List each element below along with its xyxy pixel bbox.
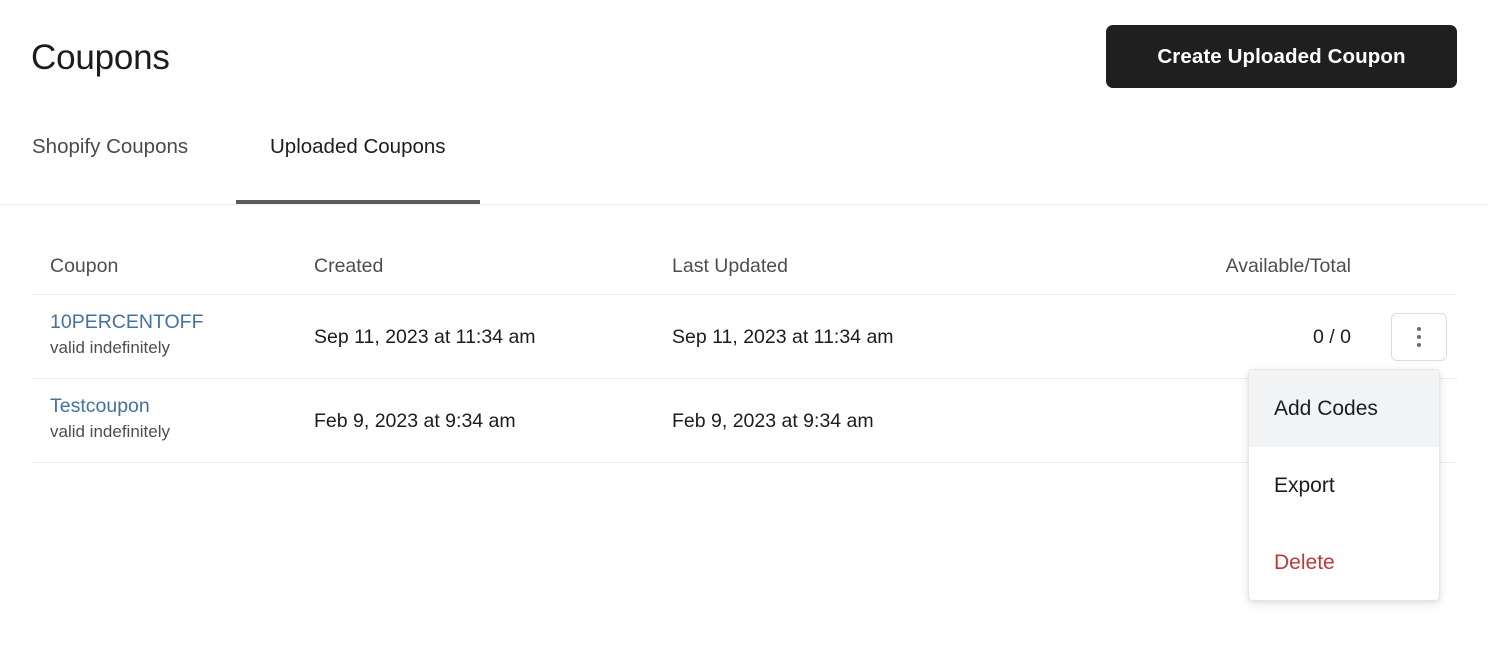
tab-shopify-coupons[interactable]: Shopify Coupons bbox=[0, 118, 222, 204]
created-cell: Sep 11, 2023 at 11:34 am bbox=[314, 326, 536, 348]
coupon-validity: valid indefinitely bbox=[50, 338, 171, 357]
menu-item-add-codes[interactable]: Add Codes bbox=[1249, 370, 1439, 447]
tab-uploaded-coupons-label: Uploaded Coupons bbox=[270, 135, 446, 158]
menu-item-delete[interactable]: Delete bbox=[1249, 524, 1439, 600]
coupon-link[interactable]: Testcoupon bbox=[50, 394, 170, 418]
coupon-validity: valid indefinitely bbox=[50, 422, 171, 441]
table-header-row: Coupon Created Last Updated Available/To… bbox=[32, 236, 1457, 295]
column-header-available-total: Available/Total bbox=[1225, 255, 1351, 277]
kebab-menu-icon-dot bbox=[1417, 335, 1421, 339]
active-tab-indicator bbox=[236, 200, 480, 204]
tab-uploaded-coupons[interactable]: Uploaded Coupons bbox=[236, 118, 480, 204]
last-updated-cell: Feb 9, 2023 at 9:34 am bbox=[672, 410, 874, 432]
coupon-cell: 10PERCENTOFF valid indefinitely bbox=[50, 310, 204, 358]
coupons-page: Coupons Create Uploaded Coupon Shopify C… bbox=[0, 0, 1488, 660]
table-row: 10PERCENTOFF valid indefinitely Sep 11, … bbox=[32, 295, 1457, 379]
table-row: Testcoupon valid indefinitely Feb 9, 202… bbox=[32, 379, 1457, 463]
page-title: Coupons bbox=[31, 38, 170, 77]
kebab-menu-icon-dot bbox=[1417, 327, 1421, 331]
last-updated-cell: Sep 11, 2023 at 11:34 am bbox=[672, 326, 894, 348]
column-header-coupon: Coupon bbox=[50, 255, 119, 277]
coupon-cell: Testcoupon valid indefinitely bbox=[50, 394, 170, 442]
page-header: Coupons Create Uploaded Coupon bbox=[0, 0, 1488, 113]
created-cell: Feb 9, 2023 at 9:34 am bbox=[314, 410, 516, 432]
column-header-created: Created bbox=[314, 255, 384, 277]
row-actions-menu: Add Codes Export Delete bbox=[1248, 369, 1440, 601]
coupons-table: Coupon Created Last Updated Available/To… bbox=[32, 236, 1457, 463]
tab-bar: Shopify Coupons Uploaded Coupons bbox=[0, 118, 1488, 205]
kebab-menu-icon-dot bbox=[1417, 343, 1421, 347]
tab-shopify-coupons-label: Shopify Coupons bbox=[32, 135, 189, 158]
create-uploaded-coupon-button[interactable]: Create Uploaded Coupon bbox=[1106, 25, 1457, 88]
column-header-last-updated: Last Updated bbox=[672, 255, 789, 277]
available-total-cell: 0 / 0 bbox=[1313, 326, 1351, 348]
menu-item-export[interactable]: Export bbox=[1249, 447, 1439, 524]
coupon-link[interactable]: 10PERCENTOFF bbox=[50, 310, 204, 334]
row-actions-button[interactable] bbox=[1391, 313, 1447, 361]
